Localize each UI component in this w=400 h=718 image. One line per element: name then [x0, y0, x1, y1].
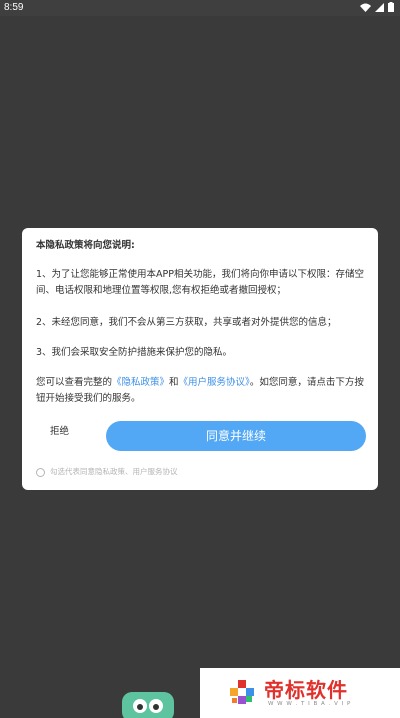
dialog-title: 本隐私政策将向您说明:	[36, 240, 135, 251]
app-mascot-icon	[122, 692, 174, 718]
agree-continue-button[interactable]: 同意并继续	[106, 421, 366, 451]
checkbox-circle-icon[interactable]	[36, 467, 45, 477]
brand-logo-icon	[230, 680, 254, 704]
policy-paragraph: 您可以查看完整的《隐私政策》和《用户服务协议》。如您同意，请点击下方按钮开始接受…	[36, 375, 366, 407]
policy-prefix: 您可以查看完整的	[36, 377, 113, 388]
status-time: 8:59	[4, 2, 24, 13]
privacy-dialog: 本隐私政策将向您说明: 1、为了让您能够正常使用本APP相关功能，我们将向你申请…	[22, 228, 378, 490]
consent-checkbox-row[interactable]: 勾选代表同意隐私政策、用户服务协议	[36, 464, 178, 480]
privacy-policy-link[interactable]: 《隐私政策》	[112, 377, 169, 388]
brand-name: 帝标软件	[264, 678, 348, 702]
permission-paragraph: 1、为了让您能够正常使用本APP相关功能，我们将向你申请以下权限：存储空间、电话…	[36, 269, 365, 296]
status-icons	[360, 2, 394, 12]
signal-icon	[375, 2, 384, 12]
status-bar: 8:59	[0, 0, 400, 16]
wifi-icon	[360, 3, 371, 12]
consent-text: 勾选代表同意隐私政策、用户服务协议	[50, 467, 178, 476]
brand-url: W W W . T I B A . V I P	[268, 701, 352, 707]
site-watermark: 帝标软件 W W W . T I B A . V I P	[200, 668, 400, 718]
policy-and: 和	[169, 377, 179, 388]
reject-button[interactable]: 拒绝	[50, 424, 69, 440]
third-party-paragraph: 2、未经您同意，我们不会从第三方获取，共享或者对外提供您的信息；	[36, 317, 337, 328]
battery-icon	[388, 2, 394, 12]
security-paragraph: 3、我们会采取安全防护措施来保护您的隐私。	[36, 347, 233, 358]
user-agreement-link[interactable]: 《用户服务协议》	[179, 377, 250, 388]
